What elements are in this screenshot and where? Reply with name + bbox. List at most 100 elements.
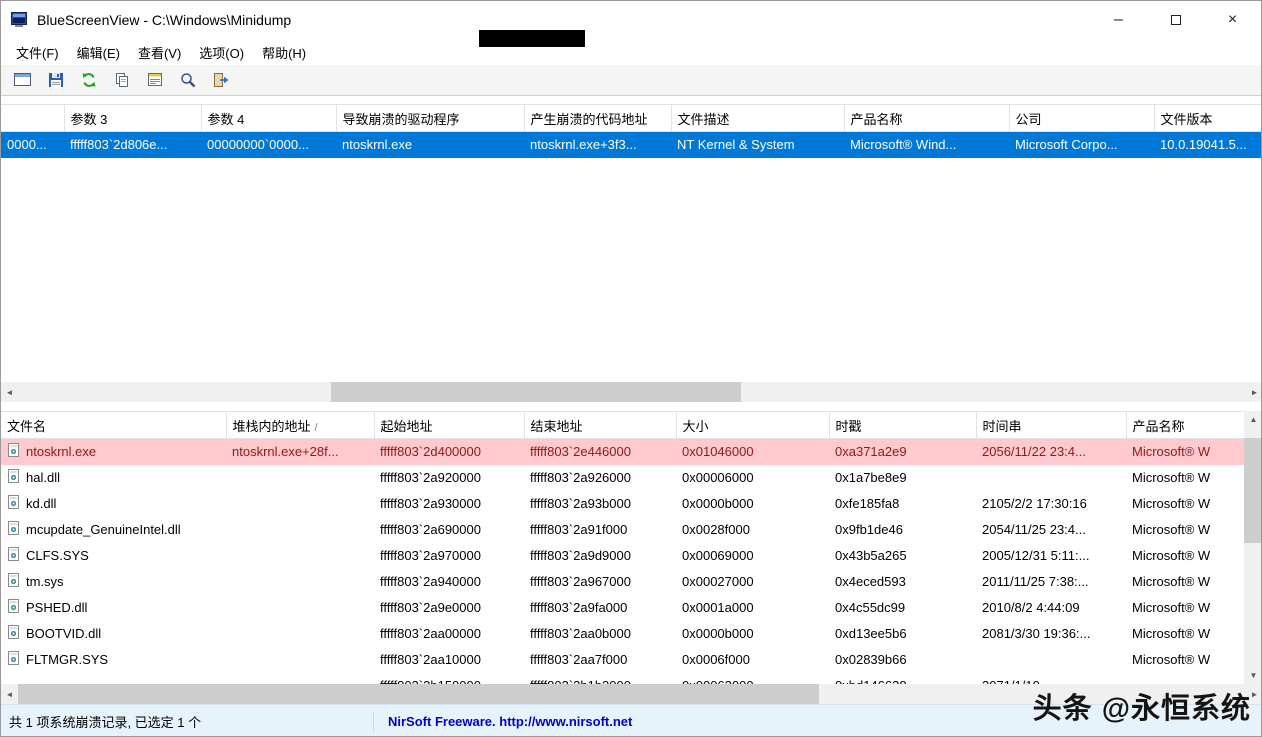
cell: 0000...	[1, 132, 64, 158]
cell: 00000000`0000...	[201, 132, 336, 158]
find-icon[interactable]	[176, 68, 200, 92]
window-title: BlueScreenView - C:\Windows\Minidump	[37, 12, 291, 28]
cell: 2010/8/2 4:44:09	[976, 595, 1126, 621]
driver-row[interactable]: kd.dll fffff803`2a930000 fffff803`2a93b0…	[1, 491, 1244, 517]
cell: fffff803`2a920000	[374, 465, 524, 491]
cell: 0x4eced593	[829, 569, 976, 595]
save-icon[interactable]	[44, 68, 68, 92]
cell: 0xa371a2e9	[829, 439, 976, 465]
cell: fffff803`2b1b3000	[524, 673, 676, 685]
cell: mcupdate_GenuineIntel.dll	[1, 517, 226, 543]
column-header-product-name[interactable]: 产品名称	[844, 105, 1009, 132]
column-header-filename[interactable]: 文件名	[1, 412, 226, 439]
report-icon[interactable]	[143, 68, 167, 92]
driver-file-icon	[7, 573, 21, 590]
cell: ntoskrnl.exe	[336, 132, 524, 158]
column-header-address-in-stack[interactable]: 堆栈内的地址 /	[226, 412, 374, 439]
column-header-dumpfile[interactable]	[1, 105, 64, 132]
scroll-left-icon[interactable]: ◄	[1, 684, 18, 704]
lower-vertical-scrollbar[interactable]: ▲ ▼	[1244, 411, 1262, 684]
driver-row[interactable]: PSHED.dll fffff803`2a9e0000 fffff803`2a9…	[1, 595, 1244, 621]
copy-icon[interactable]	[110, 68, 134, 92]
cell: fffff803`2aa00000	[374, 621, 524, 647]
exit-icon[interactable]	[209, 68, 233, 92]
minimize-button[interactable]: –	[1090, 1, 1147, 39]
vscroll-thumb[interactable]	[1244, 438, 1262, 543]
column-label: 堆栈内的地址	[233, 419, 311, 434]
cell: Microsoft® W	[1126, 439, 1244, 465]
file-name: PSHED.dll	[26, 600, 87, 615]
cell: 0x0000b000	[676, 621, 829, 647]
driver-row-partial[interactable]: fffff803`2b150000 fffff803`2b1b3000 0x00…	[1, 673, 1244, 685]
column-header-param3[interactable]: 参数 3	[64, 105, 201, 132]
menu-help[interactable]: 帮助(H)	[253, 39, 315, 66]
menu-options[interactable]: 选项(O)	[190, 39, 253, 66]
driver-list-pane: 文件名 堆栈内的地址 / 起始地址 结束地址 大小 时戳 时间串 产品名称 nto…	[1, 411, 1262, 684]
driver-row[interactable]: CLFS.SYS fffff803`2a970000 fffff803`2a9d…	[1, 543, 1244, 569]
upper-hscroll-thumb[interactable]	[331, 382, 741, 402]
upper-horizontal-scrollbar[interactable]: ◄ ►	[1, 382, 1262, 402]
nirsoft-link[interactable]: NirSoft Freeware. http://www.nirsoft.net	[374, 714, 632, 729]
cell: fffff803`2aa7f000	[524, 647, 676, 673]
driver-row-highlighted[interactable]: ntoskrnl.exe ntoskrnl.exe+28f... fffff80…	[1, 439, 1244, 465]
cell	[976, 465, 1126, 491]
cell: Microsoft® W	[1126, 465, 1244, 491]
column-header-file-description[interactable]: 文件描述	[671, 105, 844, 132]
driver-row[interactable]: mcupdate_GenuineIntel.dll fffff803`2a690…	[1, 517, 1244, 543]
cell	[226, 491, 374, 517]
refresh-icon[interactable]	[77, 68, 101, 92]
cell: fffff803`2a930000	[374, 491, 524, 517]
menu-file[interactable]: 文件(F)	[7, 39, 68, 66]
column-header-company[interactable]: 公司	[1009, 105, 1154, 132]
driver-row[interactable]: BOOTVID.dll fffff803`2aa00000 fffff803`2…	[1, 621, 1244, 647]
driver-row[interactable]: FLTMGR.SYS fffff803`2aa10000 fffff803`2a…	[1, 647, 1244, 673]
cell: kd.dll	[1, 491, 226, 517]
file-name: tm.sys	[26, 574, 64, 589]
cell: fffff803`2a970000	[374, 543, 524, 569]
column-header-to-address[interactable]: 结束地址	[524, 412, 676, 439]
cell: 0x00063000	[676, 673, 829, 685]
cell: fffff803`2a690000	[374, 517, 524, 543]
cell: 2054/11/25 23:4...	[976, 517, 1126, 543]
column-header-size[interactable]: 大小	[676, 412, 829, 439]
close-button[interactable]: ×	[1204, 1, 1261, 39]
cell: fffff803`2a926000	[524, 465, 676, 491]
window-properties-icon[interactable]	[11, 68, 35, 92]
column-header-timestamp[interactable]: 时戳	[829, 412, 976, 439]
column-header-param4[interactable]: 参数 4	[201, 105, 336, 132]
cell: fffff803`2d806e...	[64, 132, 201, 158]
file-name: FLTMGR.SYS	[26, 652, 108, 667]
column-header-caused-by-driver[interactable]: 导致崩溃的驱动程序	[336, 105, 524, 132]
maximize-button[interactable]	[1147, 1, 1204, 39]
driver-row[interactable]: hal.dll fffff803`2a920000 fffff803`2a926…	[1, 465, 1244, 491]
cell: 2011/11/25 7:38:...	[976, 569, 1126, 595]
scroll-up-icon[interactable]: ▲	[1244, 411, 1262, 428]
toolbar	[1, 65, 1261, 96]
menu-view[interactable]: 查看(V)	[129, 39, 190, 66]
cell: fffff803`2a940000	[374, 569, 524, 595]
column-header-file-version[interactable]: 文件版本	[1154, 105, 1262, 132]
scroll-right-icon[interactable]: ►	[1246, 382, 1262, 402]
lower-hscroll-thumb[interactable]	[18, 684, 819, 704]
cell: PSHED.dll	[1, 595, 226, 621]
driver-row[interactable]: tm.sys fffff803`2a940000 fffff803`2a9670…	[1, 569, 1244, 595]
scroll-down-icon[interactable]: ▼	[1244, 667, 1262, 684]
crash-list-pane: 参数 3 参数 4 导致崩溃的驱动程序 产生崩溃的代码地址 文件描述 产品名称 …	[1, 96, 1262, 382]
column-header-crash-address[interactable]: 产生崩溃的代码地址	[524, 105, 671, 132]
cell	[1126, 673, 1244, 685]
cell: 0x1a7be8e9	[829, 465, 976, 491]
driver-list-table: 文件名 堆栈内的地址 / 起始地址 结束地址 大小 时戳 时间串 产品名称 nto…	[1, 411, 1245, 684]
cell: Microsoft® W	[1126, 569, 1244, 595]
crash-row-selected[interactable]: 0000... fffff803`2d806e... 00000000`0000…	[1, 132, 1262, 158]
scroll-left-icon[interactable]: ◄	[1, 382, 18, 402]
column-header-productname[interactable]: 产品名称	[1126, 412, 1244, 439]
menu-edit[interactable]: 编辑(E)	[68, 39, 129, 66]
cell: 0xfe185fa8	[829, 491, 976, 517]
cell: 2005/12/31 5:11:...	[976, 543, 1126, 569]
column-header-from-address[interactable]: 起始地址	[374, 412, 524, 439]
sort-indicator-icon: /	[315, 422, 318, 434]
cell: Microsoft® W	[1126, 647, 1244, 673]
cell: Microsoft® W	[1126, 595, 1244, 621]
cell: 0x0028f000	[676, 517, 829, 543]
column-header-timestring[interactable]: 时间串	[976, 412, 1126, 439]
